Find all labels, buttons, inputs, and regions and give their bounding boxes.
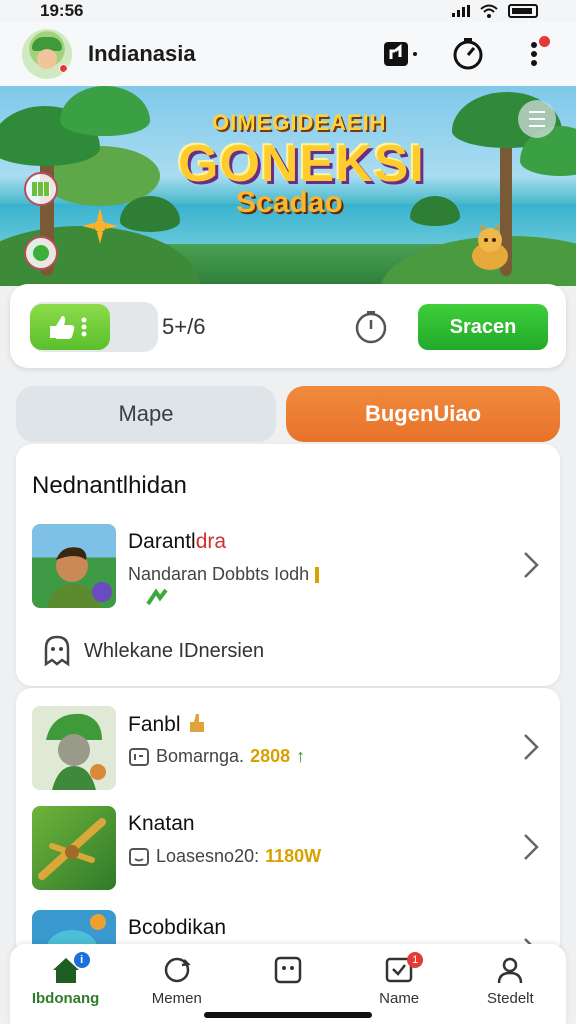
section-footer-label: Whlekane IDnersien	[84, 639, 265, 662]
stopwatch-icon	[453, 38, 483, 70]
person-icon	[498, 957, 523, 984]
item-subtitle-text: Loasesno20:	[156, 846, 260, 866]
item-value: 2808	[250, 746, 291, 766]
tab-map[interactable]: Mape	[16, 386, 276, 442]
share-button[interactable]	[382, 34, 422, 74]
item-thumbnail	[32, 806, 116, 890]
section-title: Nednantlhidan	[32, 472, 187, 499]
app-title: Indianasia	[88, 41, 196, 66]
banner-menu-button[interactable]	[518, 100, 556, 138]
item-value: 1180W	[265, 846, 322, 866]
thumbs-up-icon	[50, 316, 87, 339]
item-subtitle: Bomarnga. 2808 ↑	[128, 746, 305, 767]
wifi-icon	[480, 4, 498, 18]
nav-label: Memen	[151, 990, 202, 1007]
nav-label: Name	[379, 990, 420, 1007]
toggle-knob[interactable]	[30, 304, 110, 350]
chevron-right-icon[interactable]	[522, 832, 540, 862]
section-card-1: Nednantlhidan Darantldra Nandaran Dobbts…	[16, 444, 560, 686]
arrow-up-icon: ↑	[296, 746, 306, 766]
more-button[interactable]	[514, 34, 554, 74]
scan-button[interactable]: Sracen	[418, 304, 548, 350]
refresh-icon	[164, 957, 191, 983]
banner-orb-button[interactable]	[24, 236, 58, 270]
game-banner[interactable]: OIMEGIDEAEIH GONEKSI Scadao	[0, 86, 576, 286]
mode-toggle[interactable]	[30, 302, 158, 352]
banner-logo-sub: Scadao	[236, 186, 343, 219]
timer-icon[interactable]	[354, 310, 388, 344]
stats-card: 5+/6 Sracen	[10, 284, 566, 368]
item-thumbnail	[32, 524, 116, 608]
item-title-text: Fanbl	[128, 713, 181, 736]
item-subtitle-text: Bomarnga.	[156, 746, 245, 766]
item-title: Knatan	[128, 812, 195, 835]
section-footer[interactable]: Whlekane IDnersien	[40, 634, 264, 668]
status-time: 19:56	[40, 1, 84, 20]
nav-label: Ibdonang	[31, 990, 100, 1007]
creature-icon	[472, 224, 508, 270]
item-subtitle: Nandaran Dobbts Iodh	[128, 564, 320, 585]
nav-home[interactable]: i Ibdonang	[16, 952, 116, 1007]
app-header: Indianasia	[0, 22, 576, 86]
nav-messages[interactable]: 1 Name	[349, 952, 449, 1007]
score-value: 5+/6	[162, 314, 206, 339]
item-title-text: Darantl	[128, 530, 196, 553]
signal-icon	[452, 5, 470, 17]
list-item[interactable]: Knatan Loasesno20: 1180W	[16, 806, 560, 902]
item-title: Bcobdikan	[128, 916, 227, 939]
leaf-icon	[146, 588, 168, 606]
item-title-accent: dra	[195, 530, 227, 553]
nav-badge: i	[73, 952, 90, 968]
list-item[interactable]: Darantldra Nandaran Dobbts Iodh	[16, 524, 560, 620]
kebab-icon	[531, 42, 537, 66]
status-bar: 19:56	[0, 0, 576, 22]
share-icon	[384, 42, 417, 66]
banner-logo-top: OIMEGIDEAEIH	[212, 110, 387, 135]
item-title: Fanbl	[128, 712, 208, 737]
chevron-right-icon[interactable]	[522, 732, 540, 762]
square-face-icon	[274, 956, 302, 984]
status-icons	[452, 4, 538, 18]
nav-member[interactable]: Memen	[127, 956, 227, 1007]
orb-icon	[33, 245, 49, 261]
banner-logo-main: GONEKSI	[178, 135, 425, 193]
smile-box-icon	[129, 847, 149, 866]
sun-flower-icon	[82, 208, 118, 244]
tag-icon	[129, 747, 149, 766]
nav-badge: 1	[407, 952, 424, 968]
tab-bar: Mape BugenUiao	[16, 386, 560, 442]
list-item[interactable]: Fanbl Bomarnga. 2808 ↑	[16, 706, 560, 802]
item-thumbnail	[32, 706, 116, 790]
item-title: Darantldra	[128, 530, 226, 554]
battery-icon	[508, 4, 538, 18]
item-subtitle: Loasesno20: 1180W	[128, 846, 321, 867]
banner-grid-button[interactable]	[24, 172, 58, 206]
chevron-right-icon[interactable]	[522, 550, 540, 580]
tab-active[interactable]: BugenUiao	[286, 386, 560, 442]
timer-button[interactable]	[448, 34, 488, 74]
item-subtitle-text: Nandaran Dobbts Iodh	[128, 564, 310, 584]
notification-dot	[539, 36, 550, 47]
avatar[interactable]	[22, 29, 72, 79]
home-indicator	[204, 1012, 372, 1018]
hand-icon	[190, 714, 205, 732]
nav-center[interactable]	[238, 956, 338, 990]
ghost-icon	[44, 635, 70, 667]
grid-icon	[32, 182, 50, 196]
nav-label: Stedelt	[486, 990, 534, 1007]
bar-marker-icon	[315, 566, 320, 583]
section-card-2: Fanbl Bomarnga. 2808 ↑ Knatan Loasesno20…	[16, 688, 560, 958]
nav-profile[interactable]: Stedelt	[460, 956, 560, 1007]
